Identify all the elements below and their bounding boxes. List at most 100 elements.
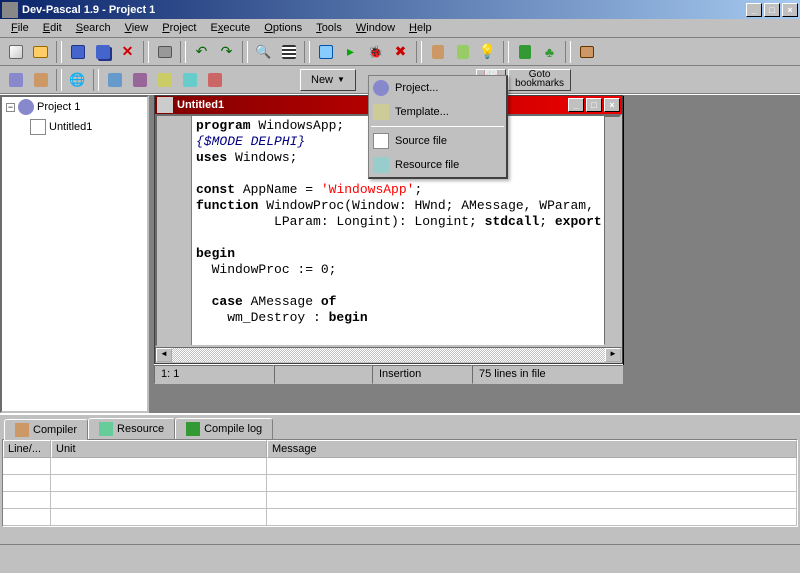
editor-hscroll[interactable]: ◄ ►: [155, 347, 622, 363]
popup-project[interactable]: Project...: [369, 76, 506, 100]
tb-exit-icon[interactable]: [575, 41, 598, 63]
project-icon: [373, 80, 389, 96]
tb-tool1-icon[interactable]: [426, 41, 449, 63]
header-line[interactable]: Line/...: [3, 440, 51, 458]
popup-template[interactable]: Template...: [369, 100, 506, 124]
window-titlebar: Dev-Pascal 1.9 - Project 1 _ □ ×: [0, 0, 800, 19]
tb-replace-icon[interactable]: [277, 41, 300, 63]
tb-print-icon[interactable]: [153, 41, 176, 63]
tb2-globe-icon[interactable]: 🌐: [66, 69, 89, 91]
close-button[interactable]: ×: [782, 3, 798, 17]
minimize-button[interactable]: _: [746, 3, 762, 17]
project-tree[interactable]: − Project 1 Untitled1: [0, 95, 149, 413]
tb2-icon2[interactable]: [29, 69, 52, 91]
menu-help[interactable]: Help: [402, 20, 439, 36]
tb-saveall-icon[interactable]: [91, 41, 114, 63]
tb-about-icon[interactable]: ♣: [538, 41, 561, 63]
app-icon: [2, 2, 18, 18]
tb-book-icon[interactable]: [513, 41, 536, 63]
source-icon: [373, 133, 389, 149]
resource-icon: [373, 157, 389, 173]
tree-file[interactable]: Untitled1: [2, 117, 147, 137]
tree-root-label: Project 1: [37, 101, 80, 113]
table-row[interactable]: [3, 492, 797, 509]
menu-view[interactable]: View: [118, 20, 156, 36]
goto-bookmarks-button[interactable]: Gotobookmarks: [508, 69, 571, 91]
editor-statusbar: 1: 1 Insertion 75 lines in file: [154, 364, 623, 384]
status-lines: 75 lines in file: [472, 365, 623, 384]
tb-tool2-icon[interactable]: [451, 41, 474, 63]
tab-compiler[interactable]: Compiler: [4, 419, 88, 440]
tb-new-icon[interactable]: [4, 41, 27, 63]
log-icon: [186, 422, 200, 436]
grid-body[interactable]: [3, 458, 797, 526]
menubar: File Edit Search View Project Execute Op…: [0, 19, 800, 38]
editor-maximize-button[interactable]: □: [586, 98, 602, 112]
tb-open-icon[interactable]: [29, 41, 52, 63]
table-row[interactable]: [3, 475, 797, 492]
tb-redo-icon[interactable]: ↷: [215, 41, 238, 63]
table-row[interactable]: [3, 458, 797, 475]
status-modified: [274, 365, 372, 384]
grid-header: Line/... Unit Message: [3, 440, 797, 458]
popup-separator: [371, 126, 504, 127]
tb-debug-icon[interactable]: 🐞: [364, 41, 387, 63]
menu-edit[interactable]: Edit: [36, 20, 69, 36]
bottom-panel: Compiler Resource Compile log Line/... U…: [0, 413, 800, 544]
tree-root[interactable]: − Project 1: [2, 97, 147, 117]
tb2-icon1[interactable]: [4, 69, 27, 91]
tb-stop-icon[interactable]: ✖: [389, 41, 412, 63]
tb-undo-icon[interactable]: ↶: [190, 41, 213, 63]
tab-resource[interactable]: Resource: [88, 418, 175, 439]
tb2-icon6[interactable]: [153, 69, 176, 91]
menu-search[interactable]: Search: [69, 20, 118, 36]
template-icon: [373, 104, 389, 120]
tb2-icon8[interactable]: [203, 69, 226, 91]
tab-compile-log[interactable]: Compile log: [175, 418, 273, 439]
popup-resource-file[interactable]: Resource file: [369, 153, 506, 177]
window-title: Dev-Pascal 1.9 - Project 1: [22, 4, 746, 16]
menu-window[interactable]: Window: [349, 20, 402, 36]
editor-vscroll[interactable]: [604, 116, 620, 345]
tb2-icon4[interactable]: [103, 69, 126, 91]
app-statusbar: [0, 544, 800, 564]
editor-gutter: [157, 116, 192, 345]
tb-compile-icon[interactable]: [314, 41, 337, 63]
tree-file-label: Untitled1: [49, 121, 92, 133]
tb-find-icon[interactable]: 🔍: [252, 41, 275, 63]
tb-run-icon[interactable]: ▸: [339, 41, 362, 63]
status-mode: Insertion: [372, 365, 472, 384]
resource-tab-icon: [99, 422, 113, 436]
bottom-content: Line/... Unit Message: [2, 439, 798, 527]
toolbar-1: ✕ ↶ ↷ 🔍 ▸ 🐞 ✖ 💡 ♣: [0, 38, 800, 66]
menu-execute[interactable]: Execute: [204, 20, 258, 36]
tb-save-icon[interactable]: [66, 41, 89, 63]
hscroll-right[interactable]: ►: [605, 348, 621, 362]
new-button[interactable]: New ▼: [300, 69, 356, 91]
hscroll-track[interactable]: [172, 348, 605, 362]
editor-minimize-button[interactable]: _: [568, 98, 584, 112]
tb2-icon7[interactable]: [178, 69, 201, 91]
editor-close-button[interactable]: ×: [604, 98, 620, 112]
new-popup-menu: Project... Template... Source file Resou…: [368, 75, 508, 179]
menu-file[interactable]: File: [4, 20, 36, 36]
file-icon: [30, 119, 46, 135]
table-row[interactable]: [3, 509, 797, 526]
editor-doc-icon: [157, 97, 173, 113]
header-unit[interactable]: Unit: [51, 440, 267, 458]
compiler-icon: [15, 423, 29, 437]
menu-options[interactable]: Options: [257, 20, 309, 36]
header-message[interactable]: Message: [267, 440, 797, 458]
menu-tools[interactable]: Tools: [309, 20, 349, 36]
expand-icon[interactable]: −: [6, 103, 15, 112]
tb2-icon5[interactable]: [128, 69, 151, 91]
tb-close-icon[interactable]: ✕: [116, 41, 139, 63]
popup-source-file[interactable]: Source file: [369, 129, 506, 153]
maximize-button[interactable]: □: [764, 3, 780, 17]
hscroll-left[interactable]: ◄: [156, 348, 172, 362]
tb-help-icon[interactable]: 💡: [476, 41, 499, 63]
bottom-tabs: Compiler Resource Compile log: [0, 415, 800, 439]
menu-project[interactable]: Project: [155, 20, 203, 36]
project-icon: [18, 99, 34, 115]
status-position: 1: 1: [154, 365, 274, 384]
